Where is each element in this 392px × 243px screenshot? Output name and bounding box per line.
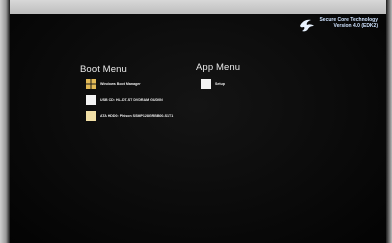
brand-block: Secure Core Technology Version 4.0 (EDK2… [298, 17, 378, 33]
boot-item-label: USB CD: HL-DT-ST DVDRAM GUD0N [100, 98, 163, 102]
phoenix-logo-icon [300, 19, 315, 32]
app-item-setup[interactable]: Setup [201, 79, 225, 89]
brand-text: Secure Core Technology Version 4.0 (EDK2… [319, 17, 378, 29]
boot-panel: Secure Core Technology Version 4.0 (EDK2… [10, 14, 386, 243]
brand-line-2: Version 4.0 (EDK2) [333, 23, 378, 29]
boot-item-label: ATA HDD0: Phison SSMP128GRBB00-S1T1 [100, 114, 174, 118]
windows-tile-icon [86, 79, 96, 89]
usb-tile-icon [86, 95, 96, 105]
app-item-label: Setup [215, 82, 225, 86]
boot-item-windows-boot-manager[interactable]: Windows Boot Manager [86, 79, 173, 89]
monitor-bezel-top [0, 0, 392, 14]
monitor-bezel-right [386, 0, 392, 243]
monitor-bezel-left [0, 0, 10, 243]
setup-tile-icon [201, 79, 211, 89]
boot-item-label: Windows Boot Manager [100, 82, 141, 86]
boot-menu-title: Boot Menu [80, 64, 127, 75]
boot-item-usb-cd[interactable]: USB CD: HL-DT-ST DVDRAM GUD0N [86, 95, 173, 105]
boot-screen: Secure Core Technology Version 4.0 (EDK2… [0, 0, 392, 243]
hdd-tile-icon [86, 111, 96, 121]
app-menu-title: App Menu [196, 62, 241, 73]
boot-item-ata-hdd[interactable]: ATA HDD0: Phison SSMP128GRBB00-S1T1 [86, 111, 173, 121]
boot-menu-list: Windows Boot Manager USB CD: HL-DT-ST DV… [86, 79, 173, 127]
